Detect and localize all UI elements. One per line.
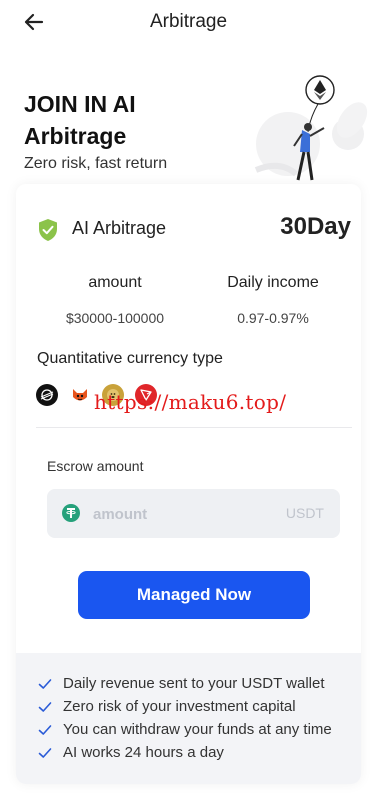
product-name: AI Arbitrage (72, 218, 167, 238)
feature-list: Daily revenue sent to your USDT wallet Z… (16, 653, 361, 784)
currency-unit: USDT (285, 505, 324, 521)
amount-label: amount (88, 274, 142, 291)
managed-now-button[interactable]: Managed Now (78, 571, 310, 619)
daily-income-value: 0.97-0.97% (237, 310, 309, 326)
stellar-icon (36, 384, 58, 406)
product-card: AI Arbitrage 30Day amount Daily income $… (16, 184, 361, 784)
tether-icon (62, 504, 80, 522)
hero-subtitle: Zero risk, fast return (24, 155, 168, 172)
feature-text: Zero risk of your investment capital (63, 698, 296, 715)
feature-text: Daily revenue sent to your USDT wallet (63, 675, 325, 692)
shield-check-icon (39, 219, 57, 241)
divider (36, 427, 352, 428)
currency-type-label: Quantitative currency type (37, 350, 223, 367)
shiba-icon (69, 384, 91, 406)
watermark-url: https://maku6.top/ (94, 390, 287, 414)
list-item: Zero risk of your investment capital (16, 695, 361, 718)
ethereum-balloon-illustration (254, 75, 368, 181)
escrow-amount-field[interactable]: USDT (47, 489, 340, 538)
check-icon (38, 747, 52, 758)
check-icon (38, 678, 52, 689)
top-bar: Arbitrage (0, 0, 377, 44)
product-header: AI Arbitrage 30Day (16, 184, 361, 274)
daily-income-label: Daily income (227, 274, 319, 291)
feature-text: You can withdraw your funds at any time (63, 721, 332, 738)
escrow-amount-input[interactable] (93, 501, 273, 527)
amount-range: $30000-100000 (65, 310, 165, 326)
hero-title: JOIN IN AI Arbitrage (24, 91, 136, 149)
feature-text: AI works 24 hours a day (63, 744, 224, 761)
page-title: Arbitrage (149, 11, 228, 32)
check-icon (38, 701, 52, 712)
check-icon (38, 724, 52, 735)
escrow-amount-label: Escrow amount (47, 458, 144, 474)
list-item: Daily revenue sent to your USDT wallet (16, 672, 361, 695)
hero-banner: JOIN IN AI Arbitrage Zero risk, fast ret… (0, 44, 377, 194)
list-item: You can withdraw your funds at any time (16, 718, 361, 741)
product-period: 30Day (280, 213, 351, 240)
list-item: AI works 24 hours a day (16, 741, 361, 764)
